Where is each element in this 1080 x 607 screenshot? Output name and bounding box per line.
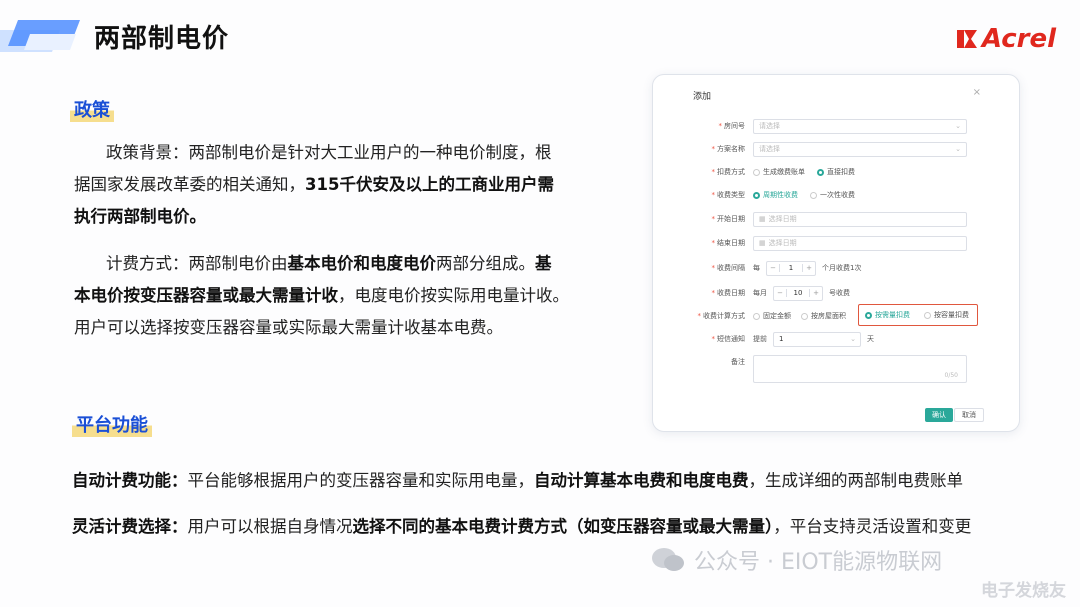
row-interval: * 收费间隔 每 −1 + 个月收费1次 — [653, 260, 1019, 276]
day-suffix: 号收费 — [829, 289, 850, 297]
policy-p2-l1-d: 基 — [535, 254, 552, 273]
radio-direct-deduct[interactable]: 直接扣费 — [817, 167, 855, 177]
day-stepper[interactable]: −10 + — [773, 285, 823, 301]
calendar-icon: ▦ — [759, 239, 766, 247]
plan-label: * 方案名称 — [711, 145, 746, 153]
policy-p1-l2-text: 据国家发展改革委的相关通知， — [74, 175, 305, 194]
room-placeholder: 请选择 — [759, 122, 780, 130]
brand-logo-text: Acrel — [981, 24, 1056, 54]
row-room: * 房间号 请选择 ⌄ — [653, 118, 1019, 134]
note-label: 备注 — [731, 358, 745, 366]
feature-2-title: 灵活计费选择： — [72, 517, 188, 536]
policy-p2-l1-a: 计费方式：两部制电价由 — [106, 254, 288, 273]
brand-logo: Acrel — [956, 24, 1056, 54]
feature-2-text-b: ，平台支持灵活设置和变更 — [773, 517, 972, 536]
sms-select[interactable]: 1 ⌄ — [773, 331, 861, 347]
policy-p2-l1-b: 基本电价和电度电价 — [287, 254, 437, 273]
interval-label: * 收费间隔 — [711, 264, 746, 272]
note-count: 0/50 — [944, 372, 958, 379]
feature-1-text-b: ，生成详细的两部制电费账单 — [748, 471, 964, 490]
feature-2-text-a: 用户可以根据自身情况 — [187, 517, 353, 536]
plan-select[interactable]: 请选择 ⌄ — [753, 141, 967, 157]
policy-p1-line-2: 据国家发展改革委的相关通知，315千伏安及以上的工商业用户需 — [74, 169, 614, 201]
row-end-date: * 结束日期 ▦ 选择日期 — [653, 235, 1019, 251]
radio-periodic[interactable]: 周期性收费 — [753, 190, 798, 200]
dialog-title: 添加 — [693, 92, 712, 102]
day-prefix: 每月 — [753, 289, 767, 297]
plan-placeholder: 请选择 — [759, 145, 780, 153]
wechat-icon — [652, 548, 684, 571]
corner-decoration — [0, 20, 80, 52]
radio-generate-bill[interactable]: 生成缴费账单 — [753, 167, 805, 177]
policy-p2-line-1: 计费方式：两部制电价由基本电价和电度电价两部分组成。基 — [74, 248, 614, 280]
policy-section-label: 政策 — [70, 96, 114, 122]
start-label: * 开始日期 — [711, 215, 746, 223]
row-calc-method: * 收费计算方式 固定金额 按房屋面积 按需量扣费 按容量扣费 — [653, 304, 1019, 326]
page-title: 两部制电价 — [94, 24, 230, 54]
policy-p2-l2-b: ，电度电价按实际用电量计收。 — [338, 286, 569, 305]
interval-prefix: 每 — [753, 264, 760, 272]
policy-p1-line-3: 执行两部制电价。 — [74, 201, 614, 233]
policy-p2-line-2: 本电价按变压器容量或最大需量计收，电度电价按实际用电量计收。 — [74, 280, 614, 312]
radio-one-time[interactable]: 一次性收费 — [810, 190, 855, 200]
row-charge-day: * 收费日期 每月 −10 + 号收费 — [653, 285, 1019, 301]
sms-label: * 短信通知 — [711, 335, 746, 343]
calc-label: * 收费计算方式 — [697, 312, 746, 320]
sms-prefix: 提前 — [753, 335, 767, 343]
feature-1-bold: 自动计算基本电费和电度电费 — [534, 471, 749, 490]
highlight-box: 按需量扣费 按容量扣费 — [858, 304, 978, 326]
radio-fixed-amount[interactable]: 固定金额 — [753, 311, 791, 321]
row-plan: * 方案名称 请选择 ⌄ — [653, 141, 1019, 157]
deduct-label: * 扣费方式 — [711, 168, 746, 176]
policy-p1-l3-bold: 执行两部制电价。 — [74, 207, 206, 226]
radio-by-capacity[interactable]: 按容量扣费 — [924, 310, 969, 320]
sms-suffix: 天 — [867, 335, 874, 343]
day-label: * 收费日期 — [711, 289, 746, 297]
room-label: * 房间号 — [718, 122, 746, 130]
policy-p2-line-3: 用户可以选择按变压器容量或实际最大需量计收基本电费。 — [74, 318, 503, 337]
end-label: * 结束日期 — [711, 239, 746, 247]
feature-flexible-billing: 灵活计费选择：用户可以根据自身情况选择不同的基本电费计费方式（如变压器容量或最大… — [72, 513, 971, 537]
feature-2-bold: 选择不同的基本电费计费方式（如变压器容量或最大需量） — [352, 517, 774, 536]
type-label: * 收费类型 — [711, 191, 746, 199]
feature-auto-billing: 自动计费功能：平台能够根据用户的变压器容量和实际用电量，自动计算基本电费和电度电… — [72, 467, 963, 491]
chevron-down-icon: ⌄ — [955, 122, 961, 130]
row-start-date: * 开始日期 ▦ 选择日期 — [653, 211, 1019, 227]
radio-by-area[interactable]: 按房屋面积 — [801, 311, 846, 321]
note-textarea[interactable]: 0/50 — [753, 355, 967, 383]
chevron-down-icon: ⌄ — [850, 335, 856, 343]
platform-section-label: 平台功能 — [72, 411, 152, 437]
site-watermark: 电子发烧友 — [981, 581, 1066, 601]
end-date-input[interactable]: ▦ 选择日期 — [753, 235, 967, 251]
start-date-input[interactable]: ▦ 选择日期 — [753, 211, 967, 227]
feature-1-title: 自动计费功能： — [72, 471, 188, 490]
wechat-watermark: 公众号 · EIOT能源物联网 — [650, 544, 942, 576]
policy-p2-l2-a: 本电价按变压器容量或最大需量计收 — [74, 286, 338, 305]
cancel-button[interactable]: 取消 — [954, 408, 984, 422]
feature-1-text-a: 平台能够根据用户的变压器容量和实际用电量， — [187, 471, 535, 490]
row-charge-type: * 收费类型 周期性收费 一次性收费 — [653, 187, 1019, 203]
row-note: 备注 0/50 — [653, 355, 1019, 383]
close-icon[interactable]: × — [973, 87, 981, 98]
policy-p1-l2-bold: 315千伏安及以上的工商业用户需 — [305, 175, 554, 194]
policy-paragraph-1: 政策背景：两部制电价是针对大工业用户的一种电价制度，根 据国家发展改革委的相关通… — [74, 137, 614, 233]
interval-stepper[interactable]: −1 + — [766, 260, 816, 276]
row-deduct-method: * 扣费方式 生成缴费账单 直接扣费 — [653, 164, 1019, 180]
calendar-icon: ▦ — [759, 215, 766, 223]
add-billing-dialog: 添加 × * 房间号 请选择 ⌄ * 方案名称 请选择 ⌄ * 扣费方式 生成缴费账单 直… — [652, 74, 1020, 432]
interval-suffix: 个月收费1次 — [822, 264, 862, 272]
row-sms: * 短信通知 提前 1 ⌄ 天 — [653, 331, 1019, 347]
chevron-down-icon: ⌄ — [955, 145, 961, 153]
watermark-text: 公众号 · EIOT能源物联网 — [694, 550, 943, 575]
radio-by-demand[interactable]: 按需量扣费 — [865, 310, 910, 320]
room-select[interactable]: 请选择 ⌄ — [753, 118, 967, 134]
confirm-button[interactable]: 确认 — [925, 408, 953, 422]
policy-p2-l1-c: 两部分组成。 — [436, 254, 535, 273]
acrel-logo-icon — [956, 30, 977, 48]
policy-paragraph-2: 计费方式：两部制电价由基本电价和电度电价两部分组成。基 本电价按变压器容量或最大… — [74, 248, 614, 344]
policy-p1-line-1: 政策背景：两部制电价是针对大工业用户的一种电价制度，根 — [106, 143, 552, 162]
